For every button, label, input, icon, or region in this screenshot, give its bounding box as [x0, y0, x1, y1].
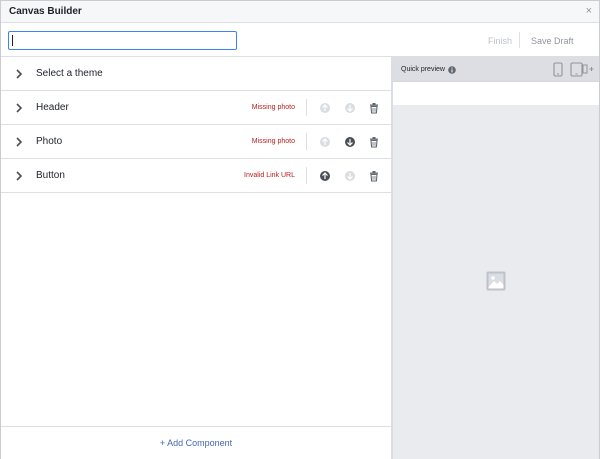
- warning-text: Missing photo: [251, 104, 295, 111]
- component-label: Select a theme: [36, 68, 103, 79]
- component-label: Header: [36, 102, 69, 113]
- add-component-button[interactable]: + Add Component: [1, 438, 391, 448]
- save-draft-button[interactable]: Save Draft: [531, 36, 574, 46]
- info-icon[interactable]: [448, 66, 456, 74]
- trash-icon[interactable]: [368, 102, 380, 114]
- row-divider: [306, 99, 307, 116]
- title-bar: Canvas Builder ×: [1, 1, 599, 23]
- chevron-right-icon[interactable]: [14, 102, 24, 114]
- canvas-name-input[interactable]: [8, 31, 237, 50]
- toolbar: Finish Save Draft: [1, 23, 599, 57]
- preview-strip: [393, 82, 599, 105]
- image-placeholder-icon: [486, 271, 506, 291]
- component-label: Button: [36, 170, 65, 181]
- component-row-header[interactable]: Header Missing photo: [1, 91, 391, 125]
- preview-header: Quick preview: [393, 57, 599, 82]
- finish-button[interactable]: Finish: [488, 36, 512, 46]
- add-component-bar: + Add Component: [1, 426, 391, 459]
- move-up-icon[interactable]: [319, 136, 331, 148]
- dialog-title: Canvas Builder: [9, 6, 82, 17]
- warning-text: Invalid Link URL: [244, 172, 295, 179]
- component-label: Photo: [36, 136, 63, 147]
- component-row-button[interactable]: Button Invalid Link URL: [1, 159, 391, 193]
- chevron-right-icon[interactable]: [14, 170, 24, 182]
- tablet-add-icon[interactable]: [570, 62, 594, 77]
- components-pane: Select a theme Header Missing photo Phot…: [1, 57, 391, 459]
- preview-pane: Quick preview: [393, 57, 599, 459]
- phone-icon[interactable]: [553, 62, 563, 77]
- trash-icon[interactable]: [368, 136, 380, 148]
- warning-text: Missing photo: [251, 138, 295, 145]
- row-divider: [306, 167, 307, 184]
- component-row-theme[interactable]: Select a theme: [1, 57, 391, 91]
- close-icon[interactable]: ×: [586, 5, 592, 17]
- move-down-icon[interactable]: [344, 170, 356, 182]
- chevron-right-icon[interactable]: [14, 136, 24, 148]
- move-up-icon[interactable]: [319, 102, 331, 114]
- toolbar-divider: [519, 32, 520, 48]
- move-down-icon[interactable]: [344, 136, 356, 148]
- move-up-icon[interactable]: [319, 170, 331, 182]
- move-down-icon[interactable]: [344, 102, 356, 114]
- row-divider: [306, 133, 307, 150]
- preview-title: Quick preview: [401, 66, 445, 73]
- chevron-right-icon[interactable]: [14, 68, 24, 80]
- trash-icon[interactable]: [368, 170, 380, 182]
- canvas-builder-dialog: Canvas Builder × Finish Save Draft Selec…: [0, 0, 600, 459]
- component-row-photo[interactable]: Photo Missing photo: [1, 125, 391, 159]
- text-caret: [12, 35, 13, 46]
